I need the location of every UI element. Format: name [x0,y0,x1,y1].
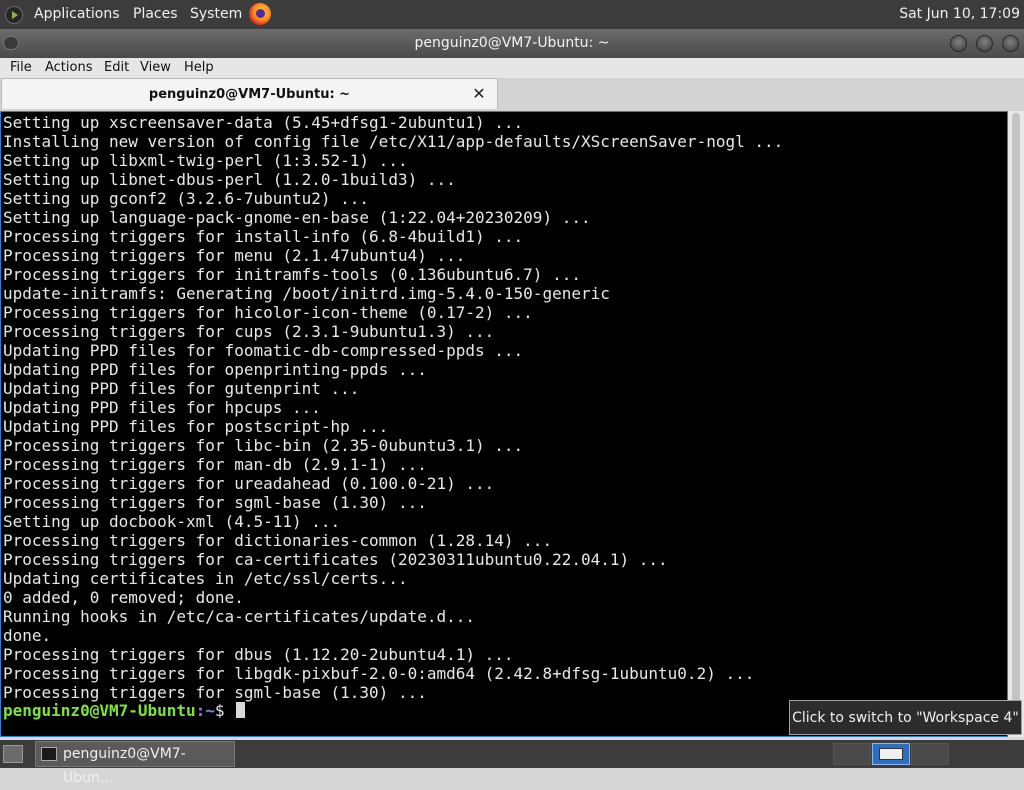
menu-help[interactable]: Help [184,58,214,77]
terminal-line: Setting up docbook-xml (4.5-11) ... [3,512,341,531]
workspace-3-button[interactable] [833,743,871,765]
close-icon[interactable]: ✕ [471,85,487,103]
terminal-output[interactable]: Setting up xscreensaver-data (5.45+dfsg1… [0,111,1008,737]
applications-logo-icon[interactable] [5,6,23,24]
terminal-line: Processing triggers for libgdk-pixbuf-2.… [3,664,755,683]
terminal-line: Processing triggers for man-db (2.9.1-1)… [3,455,427,474]
terminal-line: 0 added, 0 removed; done. [3,588,244,607]
terminal-prompt[interactable]: penguinz0@VM7-Ubuntu:~$ [3,701,246,720]
taskbar-terminal-button[interactable]: penguinz0@VM7-Ubun... [35,741,235,786]
terminal-line: Setting up language-pack-gnome-en-base (… [3,208,591,227]
maximize-button[interactable] [976,35,993,52]
tab-title: penguinz0@VM7-Ubuntu: ~ [148,87,351,102]
close-window-button[interactable] [1002,35,1019,52]
terminal-line: Updating PPD files for postscript-hp ... [3,417,389,436]
terminal-line: Processing triggers for dbus (1.12.20-2u… [3,645,514,664]
terminal-line: Processing triggers for sgml-base (1.30)… [3,493,427,512]
tab-bar: penguinz0@VM7-Ubuntu: ~ ✕ [0,78,1024,111]
taskbar-terminal-label: penguinz0@VM7-Ubun... [63,746,186,786]
menu-view[interactable]: View [140,58,171,77]
window-title: penguinz0@VM7-Ubuntu: ~ [414,35,610,51]
terminal-icon [41,747,57,761]
text-cursor [236,702,246,718]
terminal-window: penguinz0@VM7-Ubuntu: ~ File Actions Edi… [0,29,1024,740]
window-menu-icon[interactable] [3,36,19,50]
system-menu[interactable]: System [190,0,242,29]
terminal-line: Processing triggers for dictionaries-com… [3,531,553,550]
terminal-line: Running hooks in /etc/ca-certificates/up… [3,607,476,626]
terminal-line: Processing triggers for libc-bin (2.35-0… [3,436,524,455]
workspace-tooltip: Click to switch to "Workspace 4" [789,700,1022,735]
firefox-icon[interactable] [249,3,271,25]
clock[interactable]: Sat Jun 10, 17:09 [899,0,1020,28]
terminal-line: Setting up gconf2 (3.2.6-7ubuntu2) ... [3,189,370,208]
terminal-line: Updating PPD files for gutenprint ... [3,379,360,398]
scrollbar-thumb[interactable] [1012,113,1020,735]
menubar: File Actions Edit View Help [0,58,1024,78]
menu-actions[interactable]: Actions [45,58,93,77]
terminal-line: Processing triggers for install-info (6.… [3,227,524,246]
places-menu[interactable]: Places [133,0,178,29]
terminal-line: Processing triggers for sgml-base (1.30)… [3,683,427,702]
terminal-lines: Setting up xscreensaver-data (5.45+dfsg1… [3,113,783,702]
terminal-line: Setting up xscreensaver-data (5.45+dfsg1… [3,113,524,132]
terminal-line: update-initramfs: Generating /boot/initr… [3,284,610,303]
terminal-line: Processing triggers for ureadahead (0.10… [3,474,495,493]
workspace-5-button[interactable] [911,743,949,765]
terminal-line: Processing triggers for menu (2.1.47ubun… [3,246,466,265]
terminal-line: Updating certificates in /etc/ssl/certs.… [3,569,408,588]
terminal-line: Updating PPD files for foomatic-db-compr… [3,341,524,360]
prompt-sign: $ [214,701,225,720]
terminal-line: Installing new version of config file /e… [3,132,784,151]
applications-menu[interactable]: Applications [34,0,120,29]
terminal-line: Processing triggers for ca-certificates … [3,550,668,569]
terminal-line: Updating PPD files for hpcups ... [3,398,321,417]
prompt-path: :~ [195,701,215,720]
tab-terminal[interactable]: penguinz0@VM7-Ubuntu: ~ ✕ [1,78,498,109]
terminal-line: Processing triggers for initramfs-tools … [3,265,581,284]
terminal-line: done. [3,626,52,645]
menu-file[interactable]: File [10,58,32,77]
bottom-panel: penguinz0@VM7-Ubun... [0,740,1024,786]
terminal-line: Processing triggers for hicolor-icon-the… [3,303,533,322]
top-panel: Applications Places System Sat Jun 10, 1… [0,0,1024,29]
menu-edit[interactable]: Edit [104,58,129,77]
terminal-line: Updating PPD files for openprinting-ppds… [3,360,427,379]
terminal-line: Setting up libnet-dbus-perl (1.2.0-1buil… [3,170,456,189]
terminal-line: Processing triggers for cups (2.3.1-9ubu… [3,322,495,341]
terminal-line: Setting up libxml-twig-perl (1:3.52-1) .… [3,151,408,170]
prompt-user: penguinz0@VM7-Ubuntu [3,701,196,720]
workspace-4-button[interactable] [872,743,910,765]
show-desktop-icon[interactable] [3,745,23,763]
minimize-button[interactable] [950,35,967,52]
terminal-scrollbar[interactable] [1008,111,1024,737]
window-titlebar[interactable]: penguinz0@VM7-Ubuntu: ~ [0,29,1024,58]
